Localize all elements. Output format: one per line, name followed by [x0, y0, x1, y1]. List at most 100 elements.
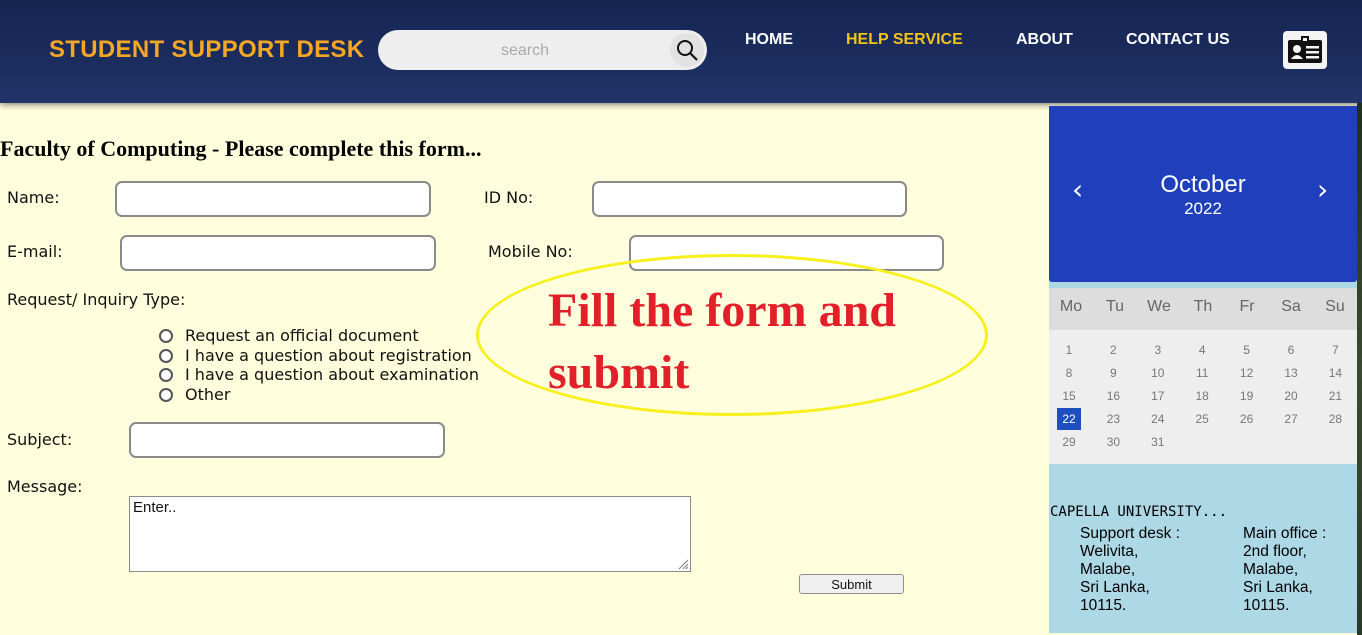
weekday-fr: Fr [1239, 298, 1255, 315]
calendar-day[interactable]: 20 [1279, 385, 1303, 407]
address-line: 10115. [1080, 597, 1127, 614]
subject-field[interactable] [129, 422, 445, 458]
address-line: Malabe, [1243, 561, 1299, 578]
radio-button[interactable] [159, 367, 173, 382]
calendar-day[interactable]: 19 [1235, 385, 1259, 407]
resize-grip-icon[interactable] [677, 558, 689, 570]
annotation-line-1: Fill the form and [548, 284, 896, 337]
calendar-year: 2022 [1184, 199, 1222, 218]
id-label: ID No: [484, 188, 534, 207]
address-line: Sri Lanka, [1080, 579, 1150, 596]
calendar-day[interactable]: 17 [1146, 385, 1170, 407]
calendar-day[interactable]: 12 [1235, 362, 1259, 384]
calendar-day[interactable]: 5 [1235, 339, 1259, 361]
calendar-day[interactable]: 11 [1190, 362, 1214, 384]
calendar-day[interactable]: 29 [1057, 431, 1081, 453]
calendar-day[interactable]: 13 [1279, 362, 1303, 384]
brand-title: STUDENT SUPPORT DESK [49, 36, 365, 63]
weekday-su: Su [1325, 298, 1345, 315]
mobile-label: Mobile No: [488, 242, 573, 261]
radio-option-examination[interactable]: I have a question about examination [157, 365, 479, 384]
message-label: Message: [7, 477, 83, 496]
search-button[interactable] [670, 33, 704, 67]
weekday-th: Th [1193, 298, 1213, 315]
calendar-next-button[interactable]: › [1317, 176, 1328, 204]
nav-about[interactable]: ABOUT [1016, 31, 1073, 49]
calendar-day[interactable]: 23 [1101, 408, 1125, 430]
nav-contact-us[interactable]: CONTACT US [1126, 31, 1230, 49]
top-header: STUDENT SUPPORT DESK HOME HELP SERVICE A… [0, 0, 1362, 103]
radio-button[interactable] [159, 387, 173, 402]
university-name: CAPELLA UNIVERSITY... [1050, 504, 1228, 520]
support-desk-address: Support desk : Welivita, Malabe, Sri Lanka,… [1080, 525, 1180, 615]
address-line: Malabe, [1080, 561, 1136, 578]
calendar-day[interactable]: 1 [1057, 339, 1081, 361]
weekday-mo: Mo [1059, 298, 1083, 315]
annotation-line-2: submit [548, 346, 690, 399]
request-type-label: Request/ Inquiry Type: [7, 290, 186, 309]
address-line: Welivita, [1080, 543, 1139, 560]
radio-button[interactable] [159, 348, 173, 363]
calendar-day[interactable]: 15 [1057, 385, 1081, 407]
calendar-day[interactable]: 24 [1146, 408, 1170, 430]
calendar-month: October [1160, 171, 1246, 198]
calendar-day[interactable]: 22 [1057, 408, 1081, 430]
calendar-day[interactable]: 3 [1146, 339, 1170, 361]
name-label: Name: [7, 188, 60, 207]
radio-label: I have a question about registration [185, 346, 472, 365]
calendar-day[interactable]: 27 [1279, 408, 1303, 430]
calendar-day[interactable]: 28 [1323, 408, 1347, 430]
radio-option-other[interactable]: Other [157, 385, 230, 404]
weekday-we: We [1147, 298, 1171, 315]
radio-button[interactable] [159, 328, 173, 343]
weekday-tu: Tu [1105, 298, 1125, 315]
form-title: Faculty of Computing - Please complete t… [0, 136, 482, 161]
search-input[interactable] [398, 30, 652, 72]
address-line: Sri Lanka, [1243, 579, 1313, 596]
calendar-day[interactable]: 2 [1101, 339, 1125, 361]
calendar-day[interactable]: 31 [1146, 431, 1170, 453]
search-icon [677, 40, 698, 61]
nav-home[interactable]: HOME [745, 31, 793, 49]
address-line: Support desk : [1080, 525, 1180, 542]
calendar-day[interactable]: 26 [1235, 408, 1259, 430]
calendar-day[interactable]: 7 [1323, 339, 1347, 361]
calendar-day[interactable]: 8 [1057, 362, 1081, 384]
address-line: Main office : [1243, 525, 1327, 542]
calendar-day[interactable]: 25 [1190, 408, 1214, 430]
calendar-day[interactable]: 18 [1190, 385, 1214, 407]
calendar-day[interactable]: 6 [1279, 339, 1303, 361]
calendar-header: ‹ October 2022 › [1049, 106, 1357, 282]
email-label: E-mail: [7, 242, 63, 261]
calendar-day[interactable]: 14 [1323, 362, 1347, 384]
calendar-panel: ‹ October 2022 › Mo Tu We Th Fr Sa Su 12345678… [1049, 106, 1357, 633]
calendar-days: 1 2 3 4 5 6 7 8 9 10 11 12 13 14 15 16 17 18 19 20 21 22 23 24 2… [1049, 330, 1357, 464]
radio-option-document[interactable]: Request an official document [157, 326, 419, 345]
search-bar [378, 30, 707, 72]
main-office-address: Main office :2nd floor, Malabe, Sri Lanka,… [1243, 525, 1326, 615]
message-textarea[interactable]: Enter.. [129, 496, 691, 572]
radio-label: I have a question about examination [185, 365, 479, 384]
subject-label: Subject: [7, 430, 73, 449]
calendar-day[interactable]: 21 [1323, 385, 1347, 407]
message-text: Enter.. [133, 499, 177, 516]
id-card-icon [1288, 36, 1322, 63]
radio-option-registration[interactable]: I have a question about registration [157, 346, 472, 365]
calendar-day[interactable]: 16 [1101, 385, 1125, 407]
calendar-day[interactable]: 4 [1190, 339, 1214, 361]
calendar-weekdays: Mo Tu We Th Fr Sa Su [1049, 288, 1357, 330]
address-line: 10115. [1243, 597, 1290, 614]
nav-help-service[interactable]: HELP SERVICE [846, 31, 963, 49]
radio-label: Other [185, 385, 231, 404]
address-line: 2nd floor, [1243, 543, 1307, 560]
name-field[interactable] [115, 181, 431, 217]
weekday-sa: Sa [1281, 298, 1301, 315]
annotation-text: Fill the form and submit [548, 280, 968, 404]
id-field[interactable] [592, 181, 907, 217]
calendar-day[interactable]: 10 [1146, 362, 1170, 384]
calendar-day[interactable]: 9 [1101, 362, 1125, 384]
submit-button[interactable]: Submit [799, 574, 904, 594]
calendar-day[interactable]: 30 [1101, 431, 1125, 453]
profile-button[interactable] [1283, 31, 1327, 69]
email-field[interactable] [120, 235, 436, 271]
